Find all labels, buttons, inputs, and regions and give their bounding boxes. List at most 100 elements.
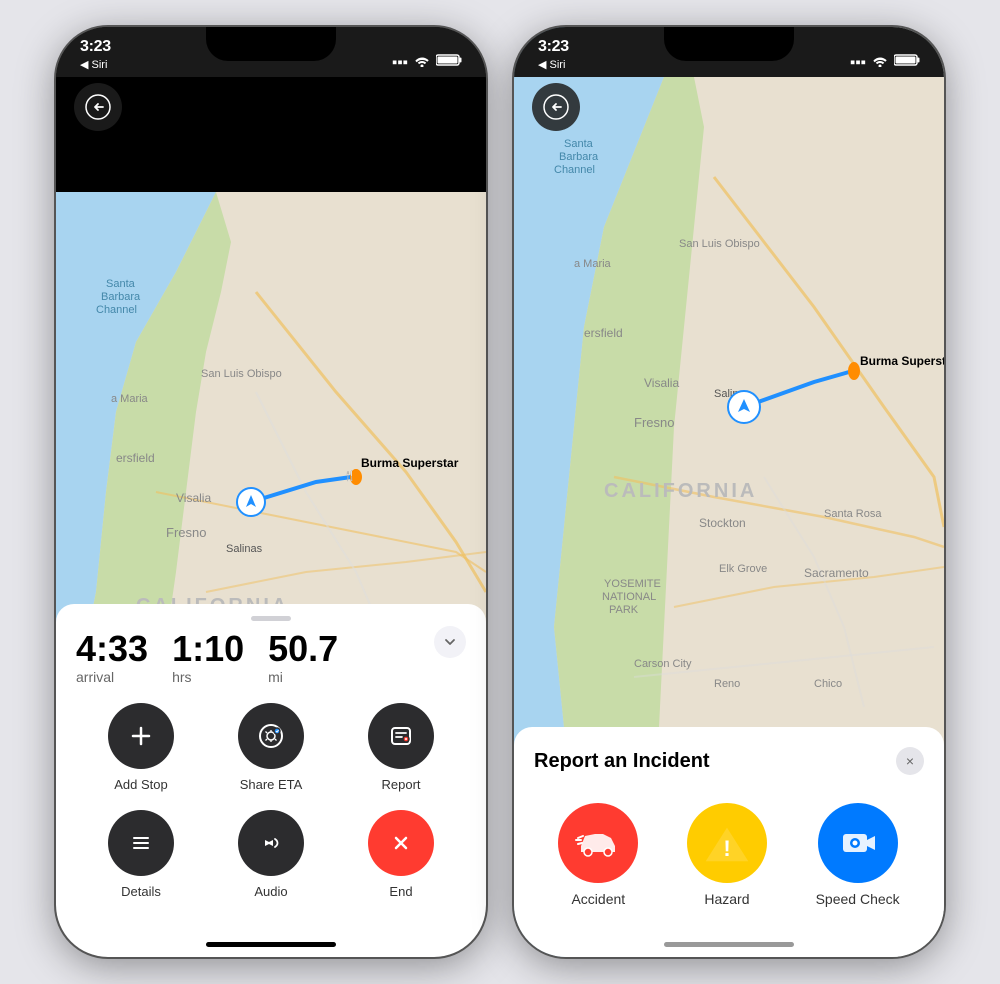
add-stop-group: Add Stop <box>108 703 174 792</box>
share-eta-group: Share ETA <box>238 703 304 792</box>
svg-text:Barbara: Barbara <box>101 291 141 303</box>
accident-label: Accident <box>571 891 625 907</box>
report-button[interactable] <box>368 703 434 769</box>
arrival-time: 4:33 <box>76 631 148 667</box>
hazard-group: ! Hazard <box>687 803 767 907</box>
add-stop-label: Add Stop <box>114 777 168 792</box>
svg-text:Fresno: Fresno <box>634 415 674 430</box>
report-close-button[interactable]: × <box>896 747 924 775</box>
svg-text:a Maria: a Maria <box>574 258 612 270</box>
wifi-icon <box>414 54 430 71</box>
arrival-stat: 4:33 arrival <box>76 631 148 685</box>
miles-stat: 50.7 mi <box>268 631 338 685</box>
svg-text:ersfield: ersfield <box>584 326 623 340</box>
accident-group: Accident <box>558 803 638 907</box>
audio-group: Audio <box>238 810 304 899</box>
miles-value: 50.7 <box>268 631 338 667</box>
drag-handle <box>251 616 291 621</box>
svg-text:Carson City: Carson City <box>634 658 692 670</box>
home-indicator-1 <box>206 942 336 947</box>
speed-check-button[interactable] <box>818 803 898 883</box>
hours-label: hrs <box>172 669 244 685</box>
share-eta-button[interactable] <box>238 703 304 769</box>
home-indicator-2 <box>664 942 794 947</box>
hazard-label: Hazard <box>704 891 749 907</box>
status-right-2: ▪▪▪ <box>850 53 920 71</box>
notch <box>206 27 336 61</box>
svg-text:Visalia: Visalia <box>644 376 679 390</box>
hours-stat: 1:10 hrs <box>172 631 244 685</box>
phone-1: 3:23 ◀ Siri ▪▪▪ <box>56 27 486 957</box>
svg-text:Reno: Reno <box>714 678 740 690</box>
svg-text:Burma Superstar: Burma Superstar <box>361 456 459 470</box>
expand-button[interactable] <box>434 626 466 658</box>
svg-text:a Maria: a Maria <box>111 393 149 405</box>
notch-2 <box>664 27 794 61</box>
svg-text:Channel: Channel <box>554 164 595 176</box>
miles-label: mi <box>268 669 338 685</box>
hours-value: 1:10 <box>172 631 244 667</box>
status-left-2: 3:23 ◀ Siri <box>538 38 569 71</box>
carplay-back-button-2[interactable] <box>532 83 580 131</box>
report-header: Report an Incident × <box>534 747 924 775</box>
time-display: 3:23 <box>80 38 111 56</box>
svg-text:Stockton: Stockton <box>699 516 746 530</box>
siri-label: ◀ Siri <box>80 58 111 71</box>
add-stop-button[interactable] <box>108 703 174 769</box>
speed-check-label: Speed Check <box>816 891 900 907</box>
carplay-back-button-1[interactable] <box>74 83 122 131</box>
details-label: Details <box>121 884 161 899</box>
status-right: ▪▪▪ <box>392 53 462 71</box>
report-label: Report <box>381 777 420 792</box>
svg-text:Salinas: Salinas <box>226 543 263 555</box>
svg-text:Visalia: Visalia <box>176 491 211 505</box>
share-eta-label: Share ETA <box>240 777 303 792</box>
signal-icon: ▪▪▪ <box>392 54 408 71</box>
report-panel: Report an Incident × Accident <box>514 727 944 957</box>
nav-stats: 4:33 arrival 1:10 hrs 50.7 mi <box>76 631 466 685</box>
navigation-panel: 4:33 arrival 1:10 hrs 50.7 mi <box>56 604 486 957</box>
report-title: Report an Incident <box>534 750 710 773</box>
svg-text:🍴: 🍴 <box>344 469 356 482</box>
svg-text:!: ! <box>723 836 730 861</box>
end-button[interactable] <box>368 810 434 876</box>
time-display-2: 3:23 <box>538 38 569 56</box>
svg-text:Chico: Chico <box>814 678 842 690</box>
hazard-button[interactable]: ! <box>687 803 767 883</box>
details-button[interactable] <box>108 810 174 876</box>
siri-label-2: ◀ Siri <box>538 58 569 71</box>
svg-text:CALIFORNIA: CALIFORNIA <box>604 480 757 502</box>
details-group: Details <box>108 810 174 899</box>
svg-text:Santa: Santa <box>106 278 136 290</box>
svg-text:Santa Rosa: Santa Rosa <box>824 508 882 520</box>
svg-text:ersfield: ersfield <box>116 451 155 465</box>
phone-2: 3:23 ◀ Siri ▪▪▪ <box>514 27 944 957</box>
battery-icon-2 <box>894 53 920 71</box>
audio-label: Audio <box>254 884 287 899</box>
arrival-label: arrival <box>76 669 148 685</box>
svg-text:Barbara: Barbara <box>559 151 599 163</box>
speed-check-group: Speed Check <box>816 803 900 907</box>
svg-text:NATIONAL: NATIONAL <box>602 591 656 603</box>
svg-text:Channel: Channel <box>96 304 137 316</box>
end-group: End <box>368 810 434 899</box>
status-left: 3:23 ◀ Siri <box>80 38 111 71</box>
end-label: End <box>389 884 412 899</box>
svg-text:Sacramento: Sacramento <box>804 566 869 580</box>
svg-text:Burma Superstar: Burma Superstar <box>860 354 944 368</box>
svg-text:San Luis Obispo: San Luis Obispo <box>679 238 760 250</box>
audio-button[interactable] <box>238 810 304 876</box>
battery-icon <box>436 53 462 71</box>
nav-buttons-row1: Add Stop Share ETA <box>76 703 466 792</box>
svg-text:Santa: Santa <box>564 138 594 150</box>
nav-buttons-row2: Details Audio End <box>76 810 466 899</box>
close-icon: × <box>906 753 914 769</box>
svg-text:Fresno: Fresno <box>166 525 206 540</box>
svg-text:YOSEMITE: YOSEMITE <box>604 578 661 590</box>
svg-text:Elk Grove: Elk Grove <box>719 563 767 575</box>
wifi-icon-2 <box>872 54 888 71</box>
accident-button[interactable] <box>558 803 638 883</box>
svg-text:PARK: PARK <box>609 604 639 616</box>
report-buttons: Accident ! Hazard <box>534 803 924 907</box>
svg-text:San Luis Obispo: San Luis Obispo <box>201 368 282 380</box>
